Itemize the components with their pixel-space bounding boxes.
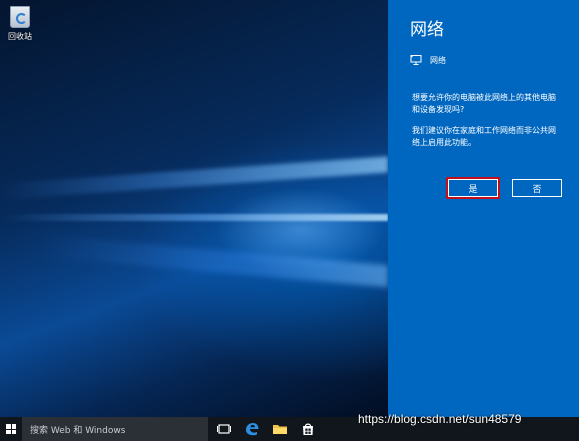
discovery-question: 想要允许你的电脑被此网络上的其他电脑和设备发现吗?: [412, 93, 556, 114]
recycle-bin-icon: [10, 6, 30, 28]
windows-logo-icon: [6, 424, 16, 434]
network-name: 网络: [430, 55, 446, 65]
yes-button[interactable]: 是: [448, 179, 498, 197]
light-beam: [0, 156, 388, 200]
search-placeholder: 搜索 Web 和 Windows: [30, 425, 126, 436]
desktop-wallpaper: 回收站: [0, 0, 388, 417]
light-beam: [0, 214, 388, 221]
network-discovery-panel: 网络 网络 想要允许你的电脑被此网络上的其他电脑和设备发现吗? 我们建议你在家庭…: [388, 0, 579, 441]
store-icon[interactable]: [300, 421, 316, 437]
panel-title: 网络: [410, 20, 444, 40]
file-explorer-icon[interactable]: [272, 421, 288, 437]
start-button[interactable]: [0, 417, 22, 441]
edge-icon[interactable]: [244, 421, 260, 437]
watermark-text: https://blog.csdn.net/sun48579: [358, 412, 522, 426]
recycle-bin-shortcut[interactable]: 回收站: [6, 4, 34, 42]
light-beam: [40, 234, 388, 288]
no-button[interactable]: 否: [512, 179, 562, 197]
discovery-advice: 我们建议你在家庭和工作网络而非公共网络上启用此功能。: [412, 126, 556, 147]
network-monitor-icon: [410, 55, 422, 65]
network-entry: 网络: [410, 54, 446, 66]
task-view-icon[interactable]: [216, 421, 232, 437]
recycle-bin-label: 回收站: [8, 32, 32, 41]
taskbar-search-box[interactable]: 搜索 Web 和 Windows: [22, 417, 208, 441]
